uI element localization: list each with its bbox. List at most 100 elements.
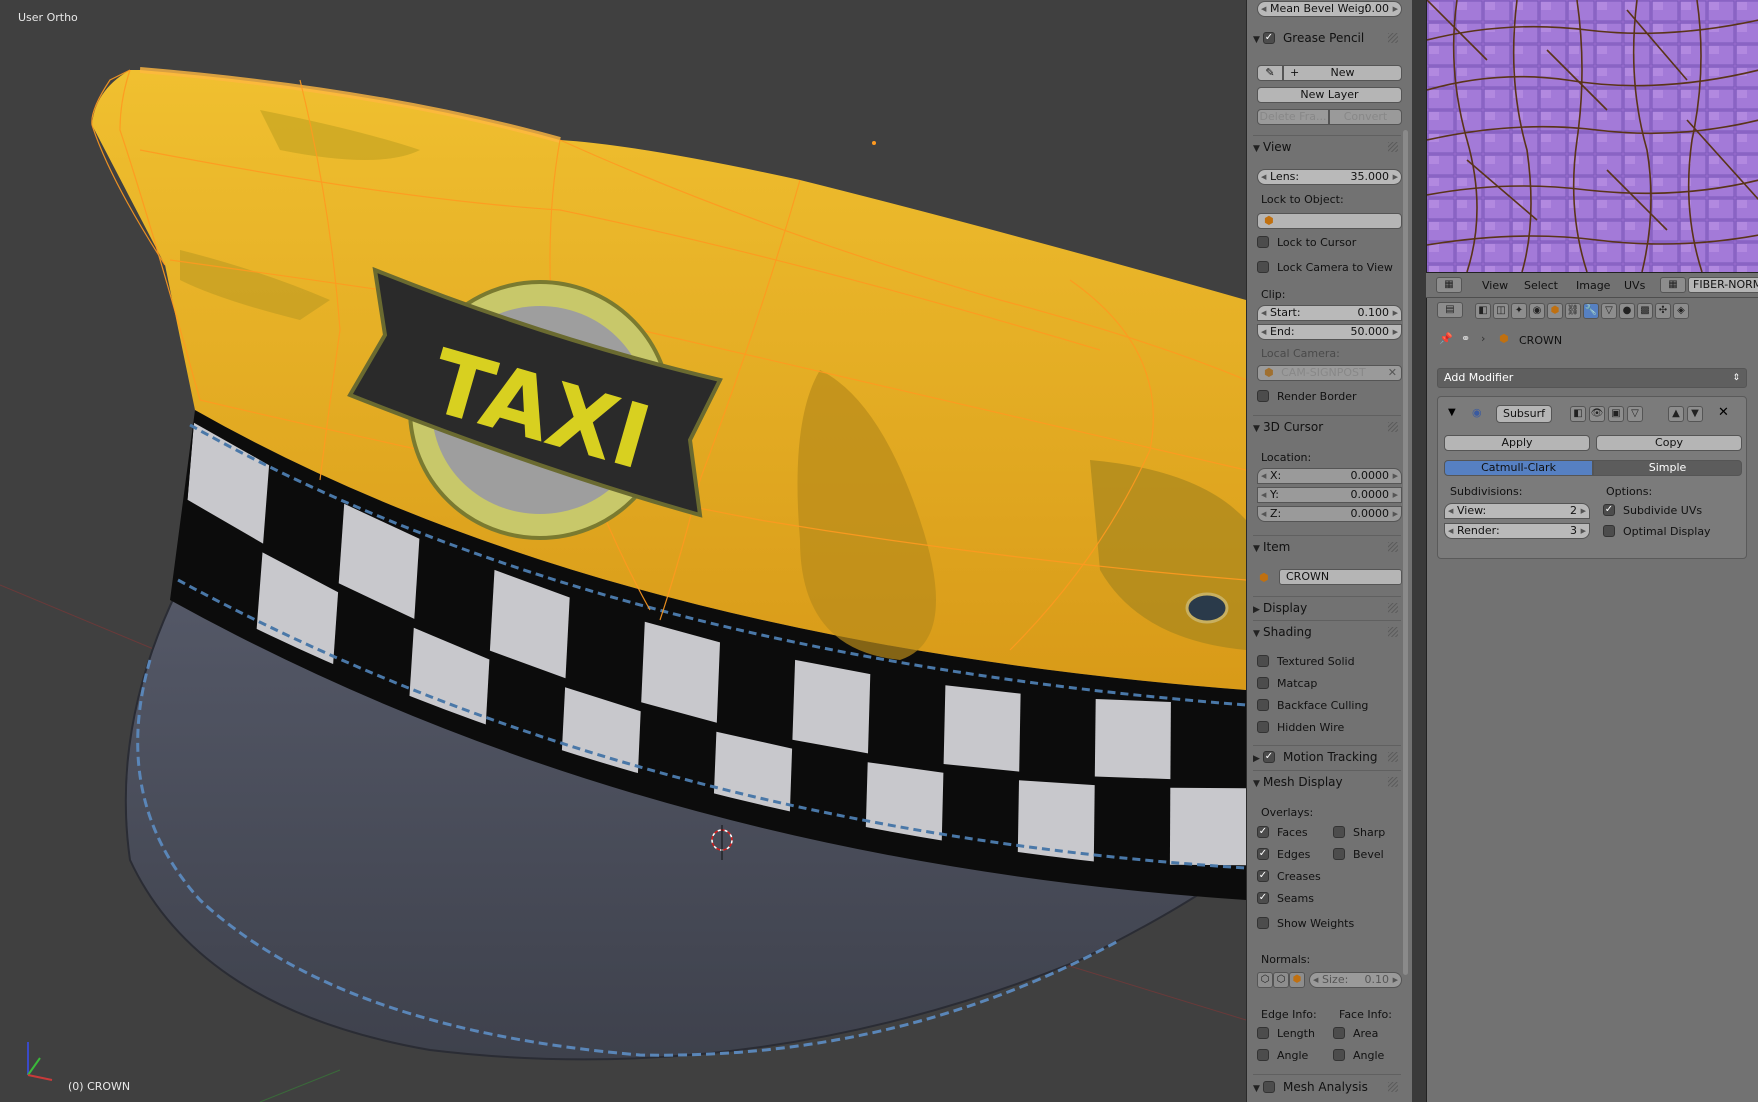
object-cube-icon: ⬢ <box>1264 214 1274 227</box>
hidden-wire-checkbox[interactable]: Hidden Wire <box>1257 721 1344 737</box>
menu-select[interactable]: Select <box>1524 279 1558 292</box>
modifiers-tab-icon[interactable]: 🔧 <box>1583 303 1599 319</box>
subdivide-uvs-checkbox[interactable]: ✓ Subdivide UVs <box>1603 504 1702 520</box>
edges-checkbox[interactable]: ✓ Edges <box>1257 848 1310 864</box>
render-border-checkbox[interactable]: Render Border <box>1257 390 1357 406</box>
move-down-icon[interactable]: ▼ <box>1687 406 1703 422</box>
split-normals-icon[interactable]: ⬡ <box>1273 972 1289 988</box>
render-layers-tab-icon[interactable]: ◫ <box>1493 303 1509 319</box>
edge-angle-checkbox[interactable]: Angle <box>1257 1049 1308 1065</box>
subdiv-render-field[interactable]: ◀ Render: 3 ▶ <box>1444 523 1590 539</box>
display-panel-header[interactable]: ▶ Display <box>1253 598 1398 618</box>
editmode-toggle-icon[interactable]: ▣ <box>1608 406 1624 422</box>
object-icon: ⬢ <box>1259 571 1269 584</box>
3d-cursor-header[interactable]: ▼ 3D Cursor <box>1253 417 1398 437</box>
lock-object-field[interactable]: ⬢ <box>1257 213 1402 229</box>
normals-size-field[interactable]: ◀ Size: 0.10 ▶ <box>1309 972 1402 988</box>
pin-icon[interactable]: 📌 <box>1439 332 1453 345</box>
render-toggle-icon[interactable]: ◧ <box>1570 406 1586 422</box>
shelf-scrollbar[interactable] <box>1403 130 1408 975</box>
apply-button[interactable]: Apply <box>1444 435 1590 451</box>
cursor-x-field[interactable]: ◀ X: 0.0000 ▶ <box>1257 468 1402 484</box>
edge-length-checkbox[interactable]: Length <box>1257 1027 1315 1043</box>
seams-checkbox[interactable]: ✓ Seams <box>1257 892 1314 908</box>
image-browse-icon[interactable]: ▦ <box>1660 277 1686 293</box>
new-grease-pencil-button[interactable]: + New <box>1283 65 1402 81</box>
world-tab-icon[interactable]: ◉ <box>1529 303 1545 319</box>
viewport-toggle-icon[interactable]: 👁 <box>1589 406 1605 422</box>
cursor-z-field[interactable]: ◀ Z: 0.0000 ▶ <box>1257 506 1402 522</box>
physics-tab-icon[interactable]: ◈ <box>1673 303 1689 319</box>
uv-editor-header: ▦ View Select Image UVs ▦ FIBER-NORM <box>1426 272 1758 298</box>
menu-image[interactable]: Image <box>1576 279 1610 292</box>
creases-checkbox[interactable]: ✓ Creases <box>1257 870 1321 886</box>
image-name-field[interactable]: FIBER-NORM <box>1688 277 1758 293</box>
object-name-field[interactable]: CROWN <box>1279 569 1402 585</box>
menu-view[interactable]: View <box>1482 279 1508 292</box>
modifier-name-field[interactable]: Subsurf <box>1496 405 1552 423</box>
matcap-checkbox[interactable]: Matcap <box>1257 677 1317 693</box>
collapse-modifier-icon[interactable]: ▼ <box>1448 407 1456 418</box>
face-info-label: Face Info: <box>1339 1008 1392 1021</box>
face-area-checkbox[interactable]: Area <box>1333 1027 1378 1043</box>
mean-bevel-weight-field[interactable]: ◀ Mean Bevel Weig: 0.00 ▶ <box>1257 1 1402 17</box>
editor-type-icon[interactable]: ▦ <box>1436 277 1462 293</box>
faces-checkbox[interactable]: ✓ Faces <box>1257 826 1308 842</box>
motion-tracking-header[interactable]: ▶ ✓ Motion Tracking <box>1253 747 1398 767</box>
properties-editor-icon[interactable]: ▤ <box>1437 302 1463 318</box>
properties-shelf[interactable]: ◀ Mean Bevel Weig: 0.00 ▶ ▼ ✓ Grease Pencil ✎… <box>1246 0 1412 1102</box>
clip-label: Clip: <box>1261 288 1286 301</box>
face-angle-checkbox[interactable]: Angle <box>1333 1049 1384 1065</box>
mesh-analysis-header[interactable]: ▼ Mesh Analysis <box>1253 1077 1398 1097</box>
delete-frame-button[interactable]: Delete Fra... <box>1257 109 1329 125</box>
render-tab-icon[interactable]: ◧ <box>1475 303 1491 319</box>
menu-uvs[interactable]: UVs <box>1624 279 1645 292</box>
face-normals-icon[interactable]: ⬢ <box>1289 972 1305 988</box>
lock-camera-to-view-checkbox[interactable]: Lock Camera to View <box>1257 261 1393 277</box>
overlays-label: Overlays: <box>1261 806 1314 819</box>
material-tab-icon[interactable]: ● <box>1619 303 1635 319</box>
mesh-display-header[interactable]: ▼ Mesh Display <box>1253 772 1398 792</box>
object-tab-icon[interactable]: ⬢ <box>1547 303 1563 319</box>
clip-start-field[interactable]: ◀ Start: 0.100 ▶ <box>1257 305 1402 321</box>
backface-culling-checkbox[interactable]: Backface Culling <box>1257 699 1368 715</box>
view-panel-header[interactable]: ▼ View <box>1253 137 1398 157</box>
grease-pencil-header[interactable]: ▼ ✓ Grease Pencil <box>1253 28 1398 48</box>
show-weights-checkbox[interactable]: Show Weights <box>1257 917 1354 933</box>
catmull-clark-button[interactable]: Catmull-Clark <box>1444 460 1593 476</box>
convert-button[interactable]: Convert <box>1329 109 1402 125</box>
new-layer-button[interactable]: New Layer <box>1257 87 1402 103</box>
sharp-checkbox[interactable]: Sharp <box>1333 826 1385 842</box>
shading-panel-header[interactable]: ▼ Shading <box>1253 622 1398 642</box>
grease-pencil-checkbox[interactable]: ✓ <box>1263 32 1275 44</box>
lock-to-cursor-checkbox[interactable]: Lock to Cursor <box>1257 236 1356 252</box>
data-tab-icon[interactable]: ▽ <box>1601 303 1617 319</box>
copy-button[interactable]: Copy <box>1596 435 1742 451</box>
texture-tab-icon[interactable]: ▩ <box>1637 303 1653 319</box>
lens-field[interactable]: ◀ Lens: 35.000 ▶ <box>1257 169 1402 185</box>
constraints-tab-icon[interactable]: ⛓ <box>1565 303 1581 319</box>
scene-tab-icon[interactable]: ✦ <box>1511 303 1527 319</box>
clip-end-field[interactable]: ◀ End: 50.000 ▶ <box>1257 324 1402 340</box>
cursor-y-field[interactable]: ◀ Y: 0.0000 ▶ <box>1257 487 1402 503</box>
properties-editor: ▤ ◧ ◫ ✦ ◉ ⬢ ⛓ 🔧 ▽ ● ▩ ✣ ◈ 📌 ⚭ › ⬢ CROWN … <box>1426 298 1758 1102</box>
item-panel-header[interactable]: ▼ Item <box>1253 537 1398 557</box>
local-camera-field[interactable]: ⬢ CAM-SIGNPOST ✕ <box>1257 365 1402 381</box>
camera-icon: ⬢ <box>1264 366 1274 379</box>
optimal-display-checkbox[interactable]: Optimal Display <box>1603 525 1711 541</box>
uv-image-editor[interactable] <box>1426 0 1758 272</box>
grease-pencil-icon[interactable]: ✎ <box>1257 65 1283 81</box>
remove-modifier-icon[interactable]: ✕ <box>1718 405 1729 420</box>
simple-button[interactable]: Simple <box>1593 460 1742 476</box>
add-modifier-dropdown[interactable]: Add Modifier ⇕ <box>1437 368 1747 388</box>
3d-viewport[interactable]: TAXI User Ortho (0) CROWN <box>0 0 1246 1102</box>
motion-tracking-checkbox[interactable]: ✓ <box>1263 751 1275 763</box>
vertex-normals-icon[interactable]: ⬡ <box>1257 972 1273 988</box>
cage-toggle-icon[interactable]: ▽ <box>1627 406 1643 422</box>
move-up-icon[interactable]: ▲ <box>1668 406 1684 422</box>
textured-solid-checkbox[interactable]: Textured Solid <box>1257 655 1355 671</box>
mesh-analysis-checkbox[interactable] <box>1263 1081 1275 1093</box>
subdiv-view-field[interactable]: ◀ View: 2 ▶ <box>1444 503 1590 519</box>
particles-tab-icon[interactable]: ✣ <box>1655 303 1671 319</box>
bevel-checkbox[interactable]: Bevel <box>1333 848 1384 864</box>
